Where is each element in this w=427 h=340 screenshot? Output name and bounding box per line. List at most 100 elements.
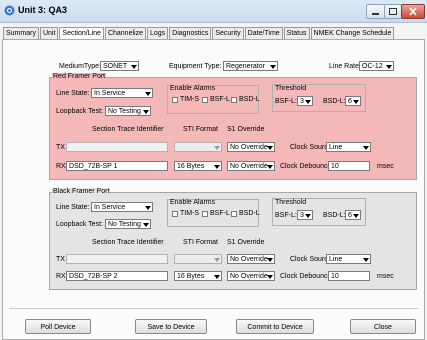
chevron-down-icon [305, 214, 311, 218]
black-tx-override-value: No Override [230, 256, 268, 263]
black-tx-label: TX [56, 256, 65, 263]
red-sti-format-header: STI Format [183, 126, 219, 133]
chevron-down-icon [214, 275, 220, 279]
red-bsd-threshold-value: 6 [348, 98, 352, 105]
black-tx-format-select[interactable] [174, 254, 222, 264]
red-rx-override-select[interactable]: No Override [227, 161, 275, 171]
red-bsf-threshold-select[interactable]: 3 [297, 96, 313, 106]
black-bsd-threshold-select[interactable]: 6 [345, 210, 361, 220]
black-tim-s-label: TIM-S [180, 210, 200, 217]
black-bsd-threshold-label: BSD-L: [323, 212, 346, 219]
tab-nmek-change-schedule[interactable]: NMEK Change Schedule [310, 27, 395, 39]
red-line-state-value: In Service [94, 90, 126, 97]
black-line-state-select[interactable]: In Service [91, 202, 153, 212]
red-bsf-l-checkbox[interactable] [202, 97, 208, 103]
black-clock-source-select[interactable]: Line [326, 254, 371, 264]
chevron-down-icon [363, 258, 369, 262]
red-tim-s-checkbox[interactable] [172, 97, 178, 103]
black-bsf-l-label: BSF-L [210, 210, 230, 217]
commit-to-device-button[interactable]: Commit to Device [236, 319, 314, 334]
chevron-down-icon [270, 65, 276, 69]
minimize-button[interactable] [366, 4, 385, 19]
red-bsd-threshold-select[interactable]: 6 [345, 96, 361, 106]
tab-channelize[interactable]: Channelize [104, 27, 146, 39]
chevron-down-icon [145, 92, 151, 96]
tab-logs[interactable]: Logs [146, 27, 169, 39]
line-rate-label: Line Rate: [329, 63, 361, 70]
red-tx-override-select[interactable]: No Override [227, 142, 275, 152]
chevron-down-icon [386, 65, 392, 69]
red-rx-override-value: No Override [230, 163, 268, 170]
red-line-state-select[interactable]: In Service [91, 88, 153, 98]
black-enable-alarms-group: Enable Alarms TIM-S BSF-L BSD-L [167, 199, 260, 227]
black-loopback-select[interactable]: No Testing [105, 219, 151, 229]
red-tx-format-select[interactable] [174, 142, 222, 152]
black-loopback-value: No Testing [108, 221, 141, 228]
red-clock-debounce-label: Clock Debounce: [280, 163, 334, 170]
red-tx-trace-input[interactable] [66, 142, 168, 152]
equipment-type-value: Regenerator [226, 63, 265, 70]
tab-date-time[interactable]: Date/Time [244, 27, 283, 39]
maximize-button[interactable] [384, 4, 402, 19]
black-rx-override-value: No Override [230, 273, 268, 280]
black-threshold-legend: Threshold [275, 199, 307, 206]
black-rx-override-select[interactable]: No Override [227, 271, 275, 281]
red-rx-trace-input[interactable]: DSD_72B-SP 1 [66, 161, 168, 171]
red-tx-override-value: No Override [230, 144, 268, 151]
red-bsd-threshold-label: BSD-L: [323, 98, 346, 105]
red-clock-source-value: Line [329, 144, 343, 151]
chevron-down-icon [305, 100, 311, 104]
black-tx-trace-input[interactable] [66, 254, 168, 264]
black-bsd-l-label: BSD-L [239, 210, 260, 217]
black-rx-trace-input[interactable]: DSD_72B-SP 2 [66, 271, 168, 281]
equipment-type-label: Equipment Type: [169, 63, 222, 70]
chevron-down-icon [267, 275, 273, 279]
chevron-down-icon [267, 146, 273, 150]
red-enable-alarms-legend: Enable Alarms [170, 85, 216, 92]
red-clock-debounce-value: 10 [331, 163, 339, 170]
close-window-button[interactable] [401, 4, 425, 19]
black-bsd-l-checkbox[interactable] [231, 211, 237, 217]
red-threshold-legend: Threshold [275, 85, 307, 92]
red-clock-source-select[interactable]: Line [326, 142, 371, 152]
tab-unit[interactable]: Unit [39, 27, 59, 39]
line-rate-value: OC-12 [362, 63, 383, 70]
red-bsf-l-label: BSF-L [210, 96, 230, 103]
red-loopback-label: Loopback Test: [56, 108, 103, 115]
tab-summary[interactable]: Summary [3, 27, 39, 39]
black-bsf-l-checkbox[interactable] [202, 211, 208, 217]
section-line-panel: MediumType: SONET Equipment Type: Regene… [2, 39, 425, 340]
medium-type-label: MediumType: [59, 63, 102, 70]
black-tx-override-select[interactable]: No Override [227, 254, 275, 264]
line-rate-select[interactable]: OC-12 [359, 61, 394, 71]
tab-diagnostics[interactable]: Diagnostics [169, 27, 212, 39]
black-clock-debounce-input[interactable]: 10 [328, 271, 370, 281]
black-rx-format-select[interactable]: 16 Bytes [174, 271, 222, 281]
red-s1-override-header: S1 Override [227, 126, 265, 133]
red-loopback-select[interactable]: No Testing [105, 106, 151, 116]
save-to-device-button[interactable]: Save to Device [135, 319, 207, 334]
medium-type-select[interactable]: SONET [100, 61, 139, 71]
black-framer-port-group: Black Framer Port Line State: In Service… [49, 188, 417, 290]
close-button[interactable]: Close [350, 319, 416, 334]
black-clock-source-value: Line [329, 256, 343, 263]
tab-security[interactable]: Security [212, 27, 244, 39]
chevron-down-icon [143, 110, 149, 114]
black-clock-debounce-label: Clock Debounce: [280, 273, 334, 280]
equipment-type-select[interactable]: Regenerator [223, 61, 278, 71]
red-bsd-l-checkbox[interactable] [231, 97, 237, 103]
poll-device-button[interactable]: Poll Device [25, 319, 91, 334]
black-tim-s-checkbox[interactable] [172, 211, 178, 217]
red-clock-debounce-input[interactable]: 10 [328, 161, 370, 171]
red-rx-format-select[interactable]: 16 Bytes [174, 161, 222, 171]
red-tx-label: TX [56, 144, 65, 151]
black-sti-header: Section Trace Identifier [92, 239, 164, 246]
black-bsf-threshold-select[interactable]: 3 [297, 210, 313, 220]
tab-status[interactable]: Status [283, 27, 310, 39]
red-threshold-group: Threshold BSF-L: 3 BSD-L: 6 [272, 84, 366, 112]
window-title: Unit 3: QA3 [18, 5, 68, 15]
red-bsf-threshold-label: BSF-L: [275, 98, 297, 105]
black-threshold-group: Threshold BSF-L: 3 BSD-L: 6 [272, 198, 366, 226]
red-rx-label: RX [56, 163, 66, 170]
black-rx-trace-value: DSD_72B-SP 2 [69, 273, 118, 280]
